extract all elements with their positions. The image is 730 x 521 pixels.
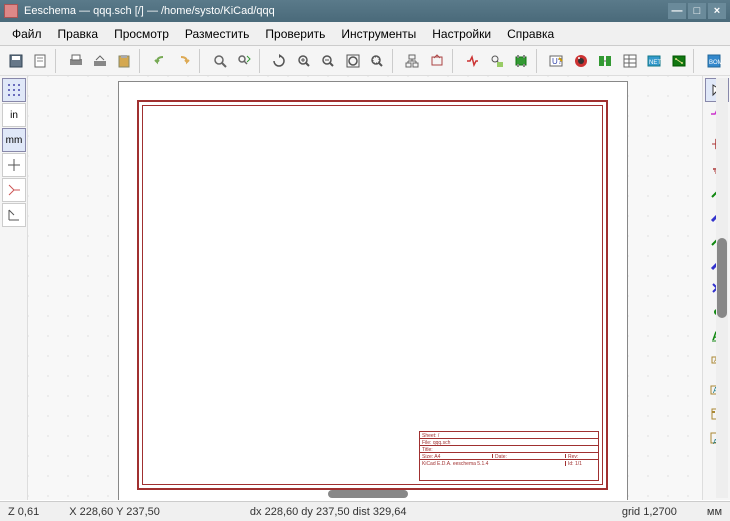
- toolbar-separator: [693, 49, 699, 73]
- grid-toggle-button[interactable]: [2, 78, 26, 102]
- menu-preferences[interactable]: Настройки: [424, 24, 499, 44]
- edit-fields-button[interactable]: [618, 49, 641, 73]
- toolbar-top: U? NET BOM: [0, 46, 730, 76]
- menu-tools[interactable]: Инструменты: [333, 24, 424, 44]
- plot-button[interactable]: [88, 49, 111, 73]
- redo-button[interactable]: [172, 49, 195, 73]
- zoom-selection-button[interactable]: [365, 49, 388, 73]
- symbol-browser-button[interactable]: [485, 49, 508, 73]
- print-button[interactable]: [64, 49, 87, 73]
- toolbar-separator: [392, 49, 398, 73]
- cursor-shape-button[interactable]: [2, 153, 26, 177]
- bus-direction-button[interactable]: [2, 203, 26, 227]
- svg-text:U?: U?: [552, 57, 563, 66]
- units-mm-button[interactable]: mm: [2, 128, 26, 152]
- titleblock-size: Size: A4: [422, 454, 493, 458]
- svg-text:BOM: BOM: [709, 60, 722, 66]
- menu-edit[interactable]: Правка: [50, 24, 107, 44]
- title-text: Eeschema — qqq.sch [/] — /home/systo/KiC…: [24, 5, 668, 17]
- app-icon: [4, 4, 18, 18]
- close-button[interactable]: ×: [708, 3, 726, 19]
- leave-sheet-button[interactable]: [425, 49, 448, 73]
- annotate-button[interactable]: U?: [545, 49, 568, 73]
- menu-help[interactable]: Справка: [499, 24, 562, 44]
- zoom-in-button[interactable]: [292, 49, 315, 73]
- symbol-editor-button[interactable]: [461, 49, 484, 73]
- main-area: in mm Sheet: / File: qqq.sch Title: Size…: [0, 76, 730, 500]
- replace-button[interactable]: [232, 49, 255, 73]
- erc-button[interactable]: [569, 49, 592, 73]
- horizontal-scrollbar[interactable]: [328, 490, 408, 498]
- right-toolbar: A A A S A: [702, 76, 730, 500]
- menu-place[interactable]: Разместить: [177, 24, 258, 44]
- right-toolbar-scroll-track: [716, 78, 728, 498]
- toolbar-separator: [452, 49, 458, 73]
- toolbar-separator: [259, 49, 265, 73]
- status-unit: мм: [707, 506, 722, 518]
- units-in-button[interactable]: in: [2, 103, 26, 127]
- status-xy: X 228,60 Y 237,50: [69, 506, 160, 518]
- titleblock-kicad: KiCad E.D.A. eeschema 5.1.4: [422, 461, 566, 466]
- menubar: Файл Правка Просмотр Разместить Проверит…: [0, 22, 730, 46]
- hidden-pins-button[interactable]: [2, 178, 26, 202]
- maximize-button[interactable]: □: [688, 3, 706, 19]
- title-sep2: —: [147, 5, 158, 17]
- titleblock-rev: Rev:: [566, 454, 596, 458]
- find-button[interactable]: [208, 49, 231, 73]
- titleblock-title: Title:: [420, 446, 598, 453]
- left-toolbar: in mm: [0, 76, 28, 500]
- titleblock-file: File: qqq.sch: [420, 439, 598, 446]
- svg-text:NET: NET: [649, 60, 661, 66]
- pcb-button[interactable]: [667, 49, 690, 73]
- generate-netlist-button[interactable]: NET: [643, 49, 666, 73]
- paste-button[interactable]: [113, 49, 136, 73]
- drawing-frame: Sheet: / File: qqq.sch Title: Size: A4 D…: [137, 100, 608, 490]
- titleblock-id: Id: 1/1: [566, 461, 596, 466]
- schematic-sheet[interactable]: Sheet: / File: qqq.sch Title: Size: A4 D…: [118, 81, 628, 500]
- titleblock-row4: KiCad E.D.A. eeschema 5.1.4 Id: 1/1: [420, 460, 598, 467]
- toolbar-separator: [139, 49, 145, 73]
- zoom-out-button[interactable]: [316, 49, 339, 73]
- bom-button[interactable]: BOM: [702, 49, 725, 73]
- minimize-button[interactable]: —: [668, 3, 686, 19]
- title-file: qqq.sch [/]: [93, 5, 144, 17]
- assign-footprints-button[interactable]: [594, 49, 617, 73]
- page-settings-button[interactable]: [28, 49, 51, 73]
- toolbar-separator: [55, 49, 61, 73]
- title-block: Sheet: / File: qqq.sch Title: Size: A4 D…: [419, 431, 599, 481]
- footprint-editor-button[interactable]: [509, 49, 532, 73]
- status-dxdy: dx 228,60 dy 237,50 dist 329,64: [250, 506, 407, 518]
- status-zoom: Z 0,61: [8, 506, 39, 518]
- status-grid: grid 1,2700: [622, 506, 677, 518]
- toolbar-separator: [536, 49, 542, 73]
- title-sep1: —: [79, 5, 90, 17]
- statusbar: Z 0,61 X 228,60 Y 237,50 dx 228,60 dy 23…: [0, 501, 730, 521]
- canvas-container[interactable]: Sheet: / File: qqq.sch Title: Size: A4 D…: [28, 76, 702, 500]
- refresh-button[interactable]: [268, 49, 291, 73]
- undo-button[interactable]: [148, 49, 171, 73]
- titleblock-date: Date:: [493, 454, 566, 458]
- toolbar-separator: [199, 49, 205, 73]
- menu-view[interactable]: Просмотр: [106, 24, 177, 44]
- menu-inspect[interactable]: Проверить: [257, 24, 333, 44]
- zoom-fit-button[interactable]: [341, 49, 364, 73]
- save-button[interactable]: [4, 49, 27, 73]
- menu-file[interactable]: Файл: [4, 24, 50, 44]
- title-path: /home/systo/KiCad/qqq: [161, 5, 275, 17]
- titleblock-sheet: Sheet: /: [420, 432, 598, 439]
- window-controls: — □ ×: [668, 3, 726, 19]
- titleblock-row3: Size: A4 Date: Rev:: [420, 453, 598, 460]
- title-app: Eeschema: [24, 5, 76, 17]
- hierarchy-button[interactable]: [401, 49, 424, 73]
- titlebar: Eeschema — qqq.sch [/] — /home/systo/KiC…: [0, 0, 730, 22]
- drawing-frame-inner: Sheet: / File: qqq.sch Title: Size: A4 D…: [142, 105, 603, 485]
- right-toolbar-scrollbar[interactable]: [717, 238, 727, 318]
